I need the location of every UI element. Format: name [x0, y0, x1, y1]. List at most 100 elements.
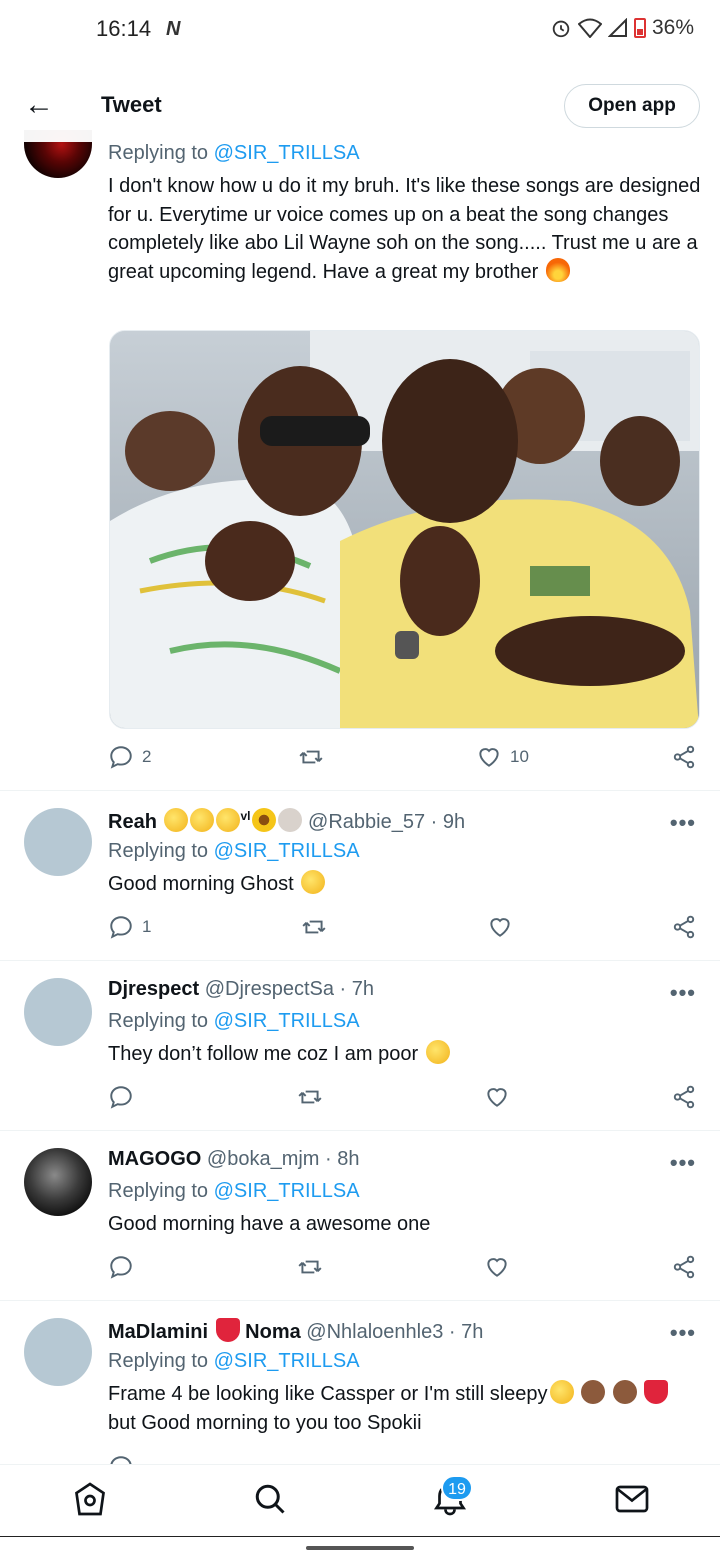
timestamp: · 7h [448, 1321, 484, 1343]
bottom-navigation: 19 [0, 1464, 720, 1537]
gesture-handle[interactable] [306, 1546, 414, 1550]
display-name[interactable]: Reah [108, 811, 157, 833]
handle[interactable]: @boka_mjm [207, 1148, 320, 1170]
retweet-icon [302, 920, 326, 934]
display-name[interactable]: Djrespect [108, 978, 199, 1000]
replying-to: Replying to @SIR_TRILLSA [108, 1010, 360, 1032]
timestamp: · 8h [325, 1148, 360, 1170]
replying-to: Replying to @SIR_TRILLSA [108, 1350, 360, 1372]
tweet-text: I don't know how u do it my bruh. It's l… [108, 175, 701, 283]
status-right: 36% [550, 16, 694, 40]
tweet-header: Reah vl @Rabbie_57 · 9h [108, 808, 465, 834]
notifications-badge: 19 [441, 1475, 473, 1501]
tweet-actions: 1 [108, 914, 698, 946]
mention-link[interactable]: @SIR_TRILLSA [214, 1350, 360, 1372]
reply-tweet[interactable]: MAGOGO @boka_mjm · 8h ••• Replying to @S… [0, 1130, 720, 1300]
home-icon[interactable] [72, 1481, 108, 1517]
handle[interactable]: @Rabbie_57 [308, 811, 425, 833]
status-time: 16:14 [96, 16, 152, 41]
like-button[interactable]: 10 [476, 744, 529, 770]
retweet-icon [299, 750, 323, 764]
tweet-actions: 2 10 [108, 744, 698, 776]
heart-icon [487, 1258, 507, 1277]
display-name[interactable]: MaDlamini [108, 1321, 208, 1343]
nav-bar-divider [0, 1536, 720, 1537]
replying-to: Replying to @SIR_TRILLSA [108, 1180, 360, 1202]
heart-icon [487, 1088, 507, 1107]
retweet-button[interactable] [301, 914, 327, 940]
replying-to: Replying to @SIR_TRILLSA [108, 142, 360, 164]
open-app-button[interactable]: Open app [564, 84, 700, 128]
reply-button[interactable]: 1 [108, 914, 151, 940]
more-options-icon[interactable]: ••• [670, 810, 696, 836]
display-name-suffix[interactable]: Noma [245, 1321, 301, 1343]
heart-icon [490, 918, 510, 937]
tweet-text: Frame 4 be looking like Cassper or I'm s… [108, 1380, 698, 1437]
tweet-header: MAGOGO @boka_mjm · 8h [108, 1148, 360, 1171]
reply-button[interactable] [108, 1084, 134, 1110]
like-button[interactable] [487, 914, 513, 940]
avatar[interactable] [24, 1318, 92, 1386]
like-button[interactable] [484, 1254, 510, 1280]
see-no-evil-monkey-icon [612, 1380, 637, 1404]
back-arrow-icon[interactable]: ← [22, 88, 56, 122]
mention-link[interactable]: @SIR_TRILLSA [214, 1180, 360, 1202]
person-emoji-icon [549, 1380, 574, 1404]
reply-icon [110, 1086, 132, 1109]
handle[interactable]: @Nhlaloenhle3 [306, 1321, 443, 1343]
replying-to: Replying to @SIR_TRILLSA [108, 840, 360, 862]
red-heart-emoji-icon [215, 1318, 240, 1342]
display-name[interactable]: MAGOGO [108, 1148, 201, 1170]
handle[interactable]: @DjrespectSa [205, 978, 334, 1000]
smiling-hearts-emoji-icon [301, 870, 326, 894]
battery-icon [633, 18, 646, 38]
avatar[interactable] [24, 978, 92, 1046]
mention-link[interactable]: @SIR_TRILLSA [214, 1010, 360, 1032]
fire-emoji-icon [545, 257, 570, 282]
reply-button[interactable] [108, 1454, 134, 1464]
share-icon [673, 1085, 695, 1109]
tweet-photo[interactable] [109, 330, 700, 729]
reply-tweet[interactable]: MaDlamini Noma @Nhlaloenhle3 · 7h ••• Re… [0, 1300, 720, 1464]
tweet-header: MaDlamini Noma @Nhlaloenhle3 · 7h [108, 1318, 483, 1344]
share-button[interactable] [671, 1084, 697, 1110]
reply-icon [110, 1256, 132, 1279]
retweet-button[interactable] [297, 1254, 323, 1280]
wifi-icon [577, 18, 602, 38]
emoji-icon [190, 808, 215, 832]
reply-tweet[interactable]: Reah vl @Rabbie_57 · 9h ••• Replying to … [0, 790, 720, 960]
share-button[interactable] [671, 914, 697, 940]
more-options-icon[interactable]: ••• [670, 980, 696, 1006]
mention-link[interactable]: @SIR_TRILLSA [214, 142, 360, 164]
retweet-button[interactable] [298, 744, 324, 770]
like-button[interactable] [484, 1084, 510, 1110]
messages-icon[interactable] [614, 1481, 650, 1517]
tweet-text: They don’t follow me coz I am poor [108, 1040, 698, 1069]
reply-tweet[interactable]: Djrespect @DjrespectSa · 7h ••• Replying… [0, 960, 720, 1130]
reply-button[interactable] [108, 1254, 134, 1280]
share-button[interactable] [671, 1254, 697, 1280]
share-button[interactable] [671, 744, 697, 770]
retweet-icon [298, 1260, 322, 1274]
rabbit-emoji-icon [278, 808, 303, 832]
reply-icon [110, 1456, 132, 1464]
avatar[interactable] [24, 808, 92, 876]
emoji-icon [216, 808, 241, 832]
network-icon: N [166, 18, 181, 40]
search-icon[interactable] [252, 1481, 288, 1517]
mention-link[interactable]: @SIR_TRILLSA [214, 840, 360, 862]
avatar[interactable] [24, 1148, 92, 1216]
reply-button[interactable]: 2 [108, 744, 151, 770]
more-options-icon[interactable]: ••• [670, 1150, 696, 1176]
timestamp: · 7h [339, 978, 374, 1000]
see-no-evil-monkey-icon [581, 1380, 606, 1404]
tweet-actions [108, 1254, 698, 1286]
alarm-icon [552, 20, 570, 38]
page-title: Tweet [101, 92, 162, 117]
red-heart-emoji-icon [644, 1380, 669, 1404]
retweet-icon [298, 1090, 322, 1104]
more-options-icon[interactable]: ••• [670, 1320, 696, 1346]
retweet-button[interactable] [297, 1084, 323, 1110]
tweet-actions [108, 1084, 698, 1116]
tweet-header: Djrespect @DjrespectSa · 7h [108, 978, 374, 1001]
